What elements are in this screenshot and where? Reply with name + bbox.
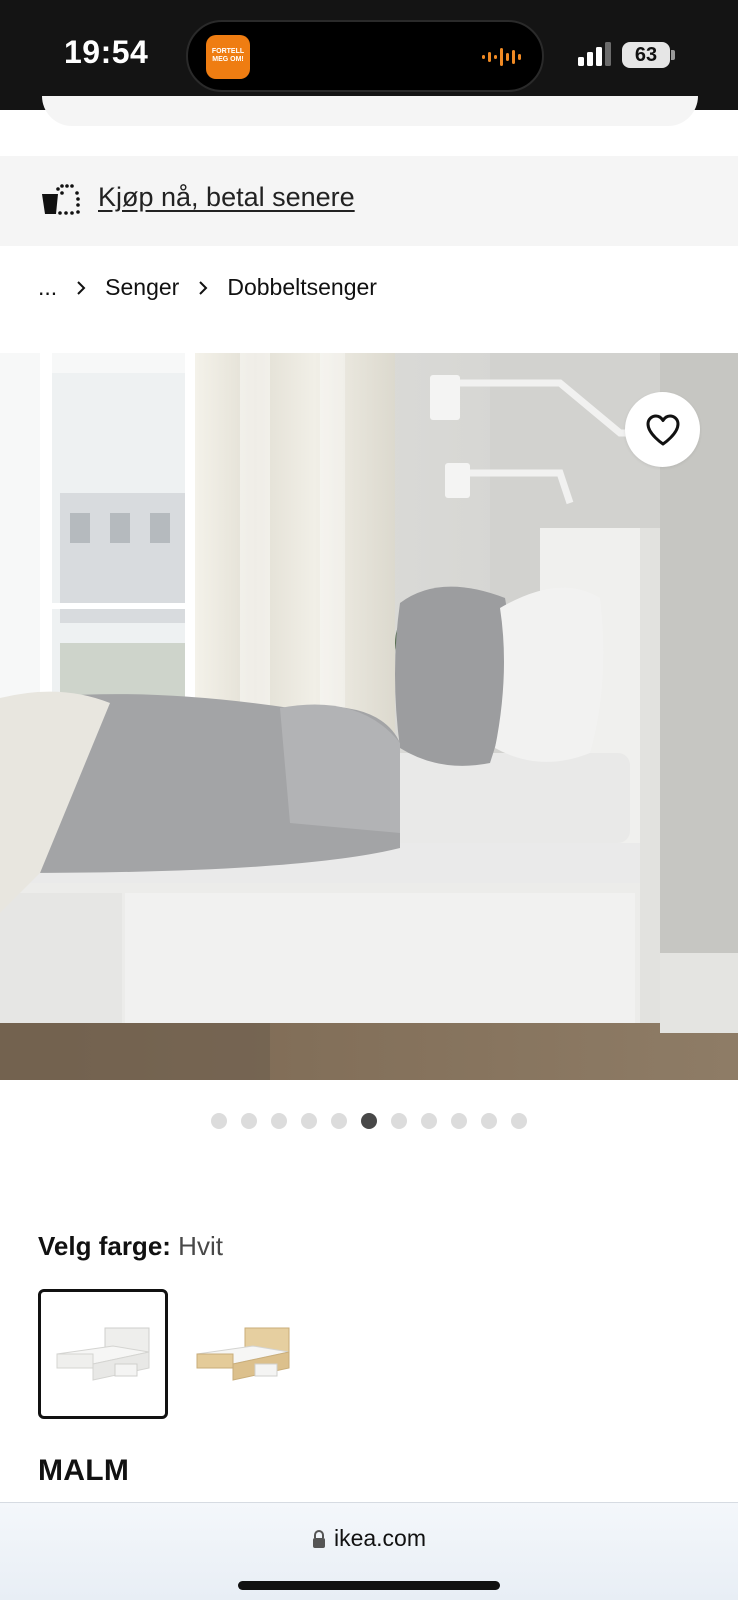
audio-wave-icon [482, 48, 521, 66]
color-value: Hvit [178, 1231, 223, 1261]
gallery-dot[interactable] [271, 1113, 287, 1129]
product-image[interactable] [0, 353, 738, 1080]
gallery-dot[interactable] [511, 1113, 527, 1129]
gallery-dot[interactable] [211, 1113, 227, 1129]
color-option-white[interactable] [38, 1289, 168, 1419]
breadcrumb-dobbeltsenger[interactable]: Dobbeltsenger [227, 274, 377, 301]
battery-tip [671, 50, 675, 60]
white-bed-thumbnail [56, 1327, 150, 1381]
gallery-dot[interactable] [301, 1113, 317, 1129]
gallery-dot[interactable] [451, 1113, 467, 1129]
chevron-right-icon [77, 280, 86, 295]
color-label: Velg farge: Hvit [38, 1231, 223, 1262]
gallery-dot[interactable] [361, 1113, 377, 1129]
color-label-title: Velg farge: [38, 1231, 171, 1261]
cellular-signal-icon [578, 42, 611, 66]
dynamic-island[interactable]: FORTELL MEG OM! [186, 20, 544, 92]
breadcrumb-senger[interactable]: Senger [105, 274, 179, 301]
gallery-dot[interactable] [481, 1113, 497, 1129]
home-indicator[interactable] [238, 1581, 500, 1590]
product-name: MALM [38, 1454, 130, 1487]
buy-now-pay-later-banner[interactable]: Kjøp nå, betal senere [0, 156, 738, 246]
buy-now-pay-later-link[interactable]: Kjøp nå, betal senere [98, 182, 355, 213]
heart-icon [646, 414, 679, 445]
gallery-dot[interactable] [241, 1113, 257, 1129]
bed-photo [0, 353, 738, 1080]
oak-bed-thumbnail [196, 1327, 290, 1381]
url-text: ikea.com [333, 1525, 427, 1551]
breadcrumb: ... Senger Dobbeltsenger [38, 274, 377, 301]
gallery-dot[interactable] [391, 1113, 407, 1129]
island-app-badge[interactable]: FORTELL MEG OM! [206, 35, 250, 79]
browser-url-bar[interactable]: ikea.com [0, 1502, 738, 1600]
lock-icon [312, 1530, 325, 1548]
gallery-pagination [211, 1113, 527, 1129]
battery-icon: 63 [622, 42, 670, 68]
status-bar: 19:54 FORTELL MEG OM! 63 [0, 0, 738, 110]
color-option-oak[interactable] [178, 1289, 308, 1419]
url-display[interactable]: ikea.com [0, 1525, 738, 1552]
gallery-dot[interactable] [421, 1113, 437, 1129]
bag-installments-icon [42, 184, 80, 215]
status-time: 19:54 [64, 34, 149, 70]
gallery-dot[interactable] [331, 1113, 347, 1129]
search-bar-remnant[interactable] [42, 96, 698, 126]
breadcrumb-ellipsis[interactable]: ... [38, 274, 57, 301]
add-to-favorites-button[interactable] [625, 392, 700, 467]
chevron-right-icon [199, 280, 208, 295]
